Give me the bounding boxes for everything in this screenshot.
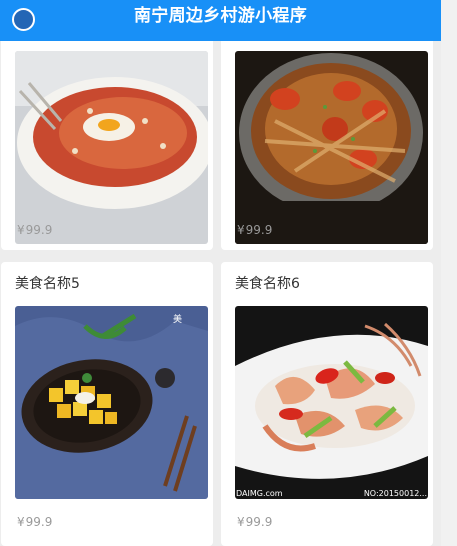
crab-dish-icon — [235, 51, 428, 244]
photo-watermark-right: NO:20150012... — [363, 489, 427, 498]
product-photo-6[interactable]: DAIMG.com NO:20150012... — [235, 306, 428, 499]
crab-pepper-dish-icon — [235, 306, 428, 499]
scrollbar[interactable] — [441, 0, 457, 546]
product-photo-2[interactable] — [235, 51, 428, 244]
product-price-2: ¥99.9 — [237, 223, 273, 237]
product-card-5[interactable]: 美食名称5 美 ¥99.9 — [1, 262, 213, 546]
product-photo-5[interactable]: 美 — [15, 306, 208, 499]
photo-watermark-left: DAIMG.com — [236, 489, 283, 498]
product-photo-1[interactable] — [15, 51, 208, 244]
product-price-1: ¥99.9 — [17, 223, 53, 237]
product-name-5: 美食名称5 — [15, 276, 80, 292]
product-grid[interactable]: ¥99.9 ¥99.9 美食名称5 美 ¥99.9 美食名称6 DAIMG.co… — [0, 0, 441, 546]
pasta-dish-icon — [15, 51, 208, 244]
svg-text:美: 美 — [173, 313, 182, 325]
product-price-6: ¥99.9 — [237, 515, 273, 529]
mango-dessert-icon: 美 — [15, 306, 208, 499]
page-title: 南宁周边乡村游小程序 — [134, 6, 307, 26]
product-price-5: ¥99.9 — [17, 515, 53, 529]
app-header: 南宁周边乡村游小程序 — [0, 0, 441, 41]
product-name-6: 美食名称6 — [235, 276, 300, 292]
app-root: ¥99.9 ¥99.9 美食名称5 美 ¥99.9 美食名称6 DAIMG.co… — [0, 0, 457, 546]
product-card-6[interactable]: 美食名称6 DAIMG.com NO:20150012... ¥99.9 — [221, 262, 433, 546]
